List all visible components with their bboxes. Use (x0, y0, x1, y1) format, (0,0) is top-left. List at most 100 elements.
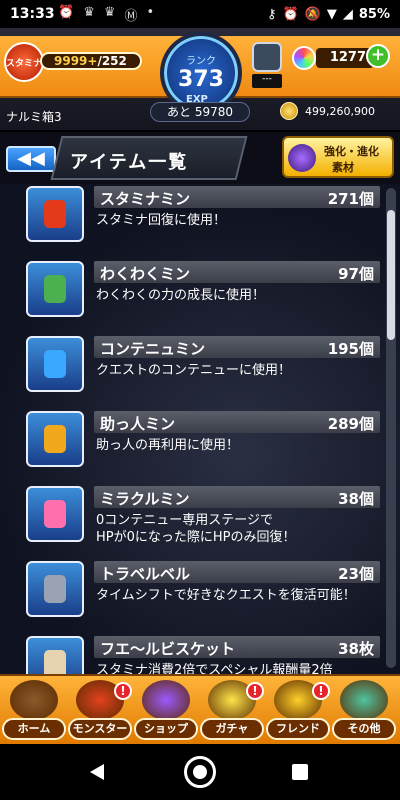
item-description: クエストのコンテニューに使用！ (96, 363, 292, 378)
page-title: アイテム一覧 (70, 152, 189, 173)
wifi-icon: ▼ (326, 6, 337, 22)
nav-label: フレンド (266, 718, 330, 740)
android-nav-bar (0, 744, 400, 800)
item-count: 38個 (338, 490, 374, 508)
signal-icon: ◢ (342, 6, 353, 22)
stamina-icon: スタミナ (4, 42, 44, 82)
nav-other[interactable]: その他 (332, 680, 396, 742)
item-description: スタミナ消費2倍でスペシャル報酬量2倍 (96, 663, 333, 674)
item-name: 助っ人ミン (100, 415, 176, 433)
item-name: わくわくミン (100, 265, 191, 283)
status-bar: 13:33 ⏰ ♛ ♛ Ⓜ • ⚷ ⏰ 🔕 ▼ ◢ 85% (0, 0, 400, 28)
item-name: スタミナミン (100, 190, 191, 208)
item-description: タイムシフトで好きなクエストを復活可能！ (96, 588, 356, 603)
item-name-bar: ミラクルミン 38個 (94, 486, 380, 508)
mute-icon: 🔕 (304, 6, 321, 22)
item-name-bar: フエ～ルビスケット 38枚 (94, 636, 380, 658)
evolution-material-button[interactable]: 強化・進化 素材 (282, 136, 394, 178)
item-count: 195個 (327, 340, 374, 358)
item-name: コンテニュミン (100, 340, 206, 358)
nav-label: ホーム (2, 718, 66, 740)
item-name-bar: 助っ人ミン 289個 (94, 411, 380, 433)
item-count: 97個 (338, 265, 374, 283)
dot-icon: • (146, 4, 155, 20)
item-name: ミラクルミン (100, 490, 190, 508)
helper-piece-icon (26, 411, 84, 467)
notification-badge: ! (246, 682, 264, 700)
game-header: スタミナ 9999+/252 ランク 373 EXP あと 59780 --- … (0, 28, 400, 130)
rank-label: ランク (186, 56, 216, 67)
buy-orb-button[interactable]: + (366, 44, 390, 68)
item-count: 271個 (327, 190, 374, 208)
bottle-icon (26, 261, 84, 317)
list-item[interactable]: トラベルベル 23個タイムシフトで好きなクエストを復活可能！ (26, 561, 380, 625)
status-icons: ⏰ ♛ ♛ Ⓜ • (58, 5, 154, 24)
item-name-bar: コンテニュミン 195個 (94, 336, 380, 358)
biscuit-icon (26, 636, 84, 674)
home-circle-icon[interactable] (184, 756, 216, 788)
status-right: ⚷ ⏰ 🔕 ▼ ◢ 85% (267, 7, 390, 22)
orb-icon (292, 46, 316, 70)
exp-remaining: あと 59780 (150, 102, 250, 122)
rank-value: 373 (178, 67, 224, 92)
nav-label: その他 (332, 718, 396, 740)
back-icon[interactable] (90, 764, 104, 780)
item-name-bar: わくわくミン 97個 (94, 261, 380, 283)
item-description: 0コンテニュー専用ステージで HPが0になった際にHPのみ回復！ (96, 513, 296, 545)
stamina-current: 9999+ (54, 54, 98, 68)
notification-badge: ! (114, 682, 132, 700)
box-label: --- (252, 74, 282, 88)
m-icon: Ⓜ (124, 8, 138, 24)
list-item[interactable]: わくわくミン 97個わくわくの力の成長に使用！ (26, 261, 380, 325)
scrollbar-thumb[interactable] (387, 210, 395, 340)
game-icon: ♛ (103, 4, 116, 20)
notification-badge: ! (312, 682, 330, 700)
evo-label-2: 素材 (332, 161, 354, 174)
nav-label: ガチャ (200, 718, 264, 740)
player-name: ナルミ箱3 (6, 110, 62, 124)
recent-apps-icon[interactable] (292, 764, 308, 780)
game-icon: ♛ (83, 4, 95, 20)
coin-count: 499,260,900 (305, 105, 375, 118)
item-count: 289個 (327, 415, 374, 433)
box-icon[interactable] (252, 42, 282, 72)
status-time: 13:33 (10, 6, 55, 22)
item-list[interactable]: スタミナミン 271個スタミナ回復に使用！ わくわくミン 97個わくわくの力の成長に使… (0, 184, 400, 674)
list-item[interactable]: コンテニュミン 195個クエストのコンテニューに使用！ (26, 336, 380, 400)
back-button[interactable]: ◀◀ (6, 146, 56, 172)
evo-label-1: 強化・進化 (324, 145, 379, 158)
alarm-icon: ⏰ (282, 6, 299, 22)
item-name-bar: トラベルベル 23個 (94, 561, 380, 583)
item-name-bar: スタミナミン 271個 (94, 186, 380, 208)
bottom-nav: ホーム モンスター! ショップ ガチャ! フレンド! その他 (0, 674, 400, 744)
coin-icon (280, 102, 298, 120)
item-count: 23個 (338, 565, 374, 583)
nav-orb[interactable]: ショップ (134, 680, 198, 742)
item-description: スタミナ回復に使用！ (96, 213, 227, 228)
list-item[interactable]: ミラクルミン 38個 0コンテニュー専用ステージで HPが0になった際にHPのみ回復… (26, 486, 380, 550)
stamina-can-icon (26, 186, 84, 242)
orb-icon (142, 680, 190, 720)
nav-label: モンスター (68, 718, 132, 740)
list-item[interactable]: 助っ人ミン 289個助っ人の再利用に使用！ (26, 411, 380, 475)
key-icon: ⚷ (266, 6, 277, 22)
item-description: 助っ人の再利用に使用！ (96, 438, 240, 453)
bell-icon (26, 561, 84, 617)
nav-gacha[interactable]: ガチャ! (200, 680, 264, 742)
evolution-material-icon (288, 144, 316, 172)
nav-home[interactable]: ホーム (2, 680, 66, 742)
list-item[interactable]: スタミナミン 271個スタミナ回復に使用！ (26, 186, 380, 250)
heart-potion-icon (26, 486, 84, 542)
item-description: わくわくの力の成長に使用！ (96, 288, 266, 303)
item-name: トラベルベル (100, 565, 191, 583)
nav-monster[interactable]: モンスター! (68, 680, 132, 742)
home-icon (10, 680, 58, 720)
potion-icon (26, 336, 84, 392)
item-name: フエ～ルビスケット (100, 640, 236, 658)
list-item[interactable]: フエ～ルビスケット 38枚 スタミナ消費2倍でスペシャル報酬量2倍 (26, 636, 380, 674)
battery-level: 85% (358, 6, 390, 22)
item-count: 38枚 (338, 640, 374, 658)
stamina-bar[interactable]: 9999+/252 (40, 52, 142, 70)
nav-friend[interactable]: フレンド! (266, 680, 330, 742)
other-icon (340, 680, 388, 720)
